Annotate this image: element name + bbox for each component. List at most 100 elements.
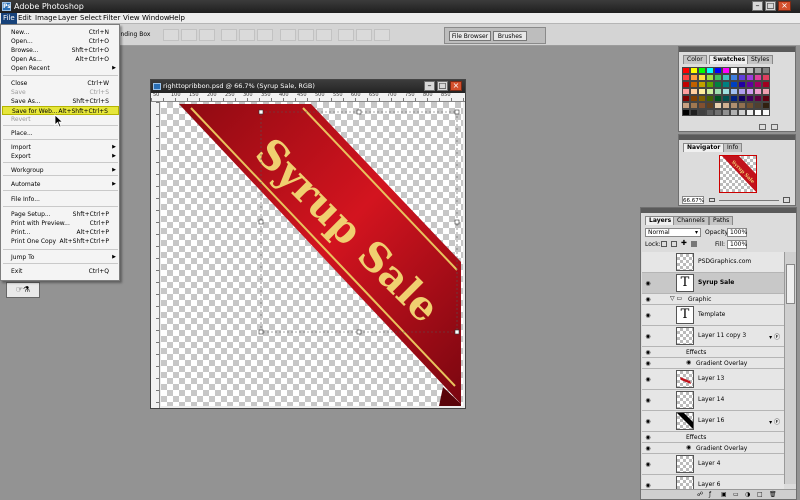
swatch[interactable] — [754, 102, 762, 109]
brushes-tab[interactable]: Brushes — [493, 31, 527, 41]
visibility-eye-icon[interactable]: ◉ — [644, 296, 652, 304]
navigator-preview[interactable]: Syrup Sale — [719, 155, 757, 193]
visibility-eye-icon[interactable]: ◉ — [644, 280, 652, 288]
swatch[interactable] — [738, 81, 746, 88]
scrollbar-thumb[interactable] — [786, 264, 795, 304]
lock-all-icon[interactable] — [691, 241, 697, 247]
visibility-eye-icon[interactable]: ◉ — [644, 397, 652, 405]
swatch[interactable] — [722, 67, 730, 74]
transform-handle-top[interactable] — [356, 109, 362, 115]
swatch[interactable] — [722, 81, 730, 88]
adjustment-layer-icon[interactable]: ◑ — [745, 491, 750, 498]
distribute-middle-icon[interactable] — [298, 29, 314, 41]
visibility-eye-icon[interactable]: ◉ — [644, 418, 652, 426]
swatch[interactable] — [714, 88, 722, 95]
swatch[interactable] — [722, 88, 730, 95]
layer-row-effects[interactable]: ◉ Effects — [642, 432, 784, 443]
align-center-icon[interactable] — [239, 29, 255, 41]
layer-effects-icon[interactable]: ▾ Ⓕ — [769, 417, 780, 426]
panel-grip[interactable] — [641, 208, 796, 213]
swatch[interactable] — [690, 95, 698, 102]
layer-row-syrup-sale[interactable]: ◉ T Syrup Sale — [642, 273, 784, 294]
tab-color[interactable]: Color — [683, 55, 707, 64]
swatch[interactable] — [730, 81, 738, 88]
transform-handle-bottom-left[interactable] — [258, 329, 264, 335]
tab-info[interactable]: Info — [723, 143, 743, 152]
file-menu-item-exit[interactable]: Exit Ctrl+Q — [2, 267, 119, 276]
distribute-left-icon[interactable] — [338, 29, 354, 41]
vertical-ruler[interactable] — [151, 102, 160, 408]
distribute-bottom-icon[interactable] — [316, 29, 332, 41]
swatch[interactable] — [746, 67, 754, 74]
swatch[interactable] — [730, 74, 738, 81]
layer-effects-icon[interactable]: ▾ Ⓕ — [769, 332, 780, 341]
swatch[interactable] — [762, 88, 770, 95]
menu-help[interactable]: Help — [167, 13, 187, 24]
new-swatch-icon[interactable] — [759, 124, 766, 130]
doc-minimize-icon[interactable]: – — [424, 81, 435, 91]
effect-visibility-icon[interactable]: ◉ — [686, 444, 691, 451]
new-layer-icon[interactable]: □ — [757, 491, 763, 498]
file-menu-item-print-one-copy[interactable]: Print One Copy Alt+Shft+Ctrl+P — [2, 237, 119, 246]
visibility-eye-icon[interactable]: ◉ — [644, 434, 652, 442]
transform-handle-top-left[interactable] — [258, 109, 264, 115]
swatch[interactable] — [698, 67, 706, 74]
menu-file[interactable]: File — [1, 13, 17, 24]
layer-row-layer-14[interactable]: ◉ Layer 14 — [642, 390, 784, 411]
swatch[interactable] — [754, 109, 762, 116]
zoom-slider[interactable] — [719, 200, 779, 201]
swatch[interactable] — [690, 109, 698, 116]
swatch[interactable] — [714, 109, 722, 116]
swatch[interactable] — [730, 102, 738, 109]
delete-layer-icon[interactable]: 🗑 — [769, 491, 777, 498]
swatch[interactable] — [738, 88, 746, 95]
swatch[interactable] — [690, 74, 698, 81]
swatch[interactable] — [762, 102, 770, 109]
swatch[interactable] — [698, 95, 706, 102]
swatch[interactable] — [738, 74, 746, 81]
layer-row-effects[interactable]: ◉ Effects — [642, 347, 784, 358]
align-middle-icon[interactable] — [181, 29, 197, 41]
menu-edit[interactable]: Edit — [16, 13, 34, 24]
tab-layers[interactable]: Layers — [645, 216, 676, 225]
swatch[interactable] — [706, 81, 714, 88]
new-group-icon[interactable]: ▭ — [733, 491, 739, 498]
swatch[interactable] — [690, 67, 698, 74]
layer-row-layer-11-copy-3[interactable]: ◉ Layer 11 copy 3 ▾ Ⓕ — [642, 326, 784, 347]
menu-filter[interactable]: Filter — [101, 13, 122, 24]
file-menu-item-file-info[interactable]: File Info... — [2, 195, 119, 204]
visibility-eye-icon[interactable] — [644, 259, 652, 267]
opacity-field[interactable]: 100% — [727, 228, 747, 237]
swatch[interactable] — [706, 74, 714, 81]
swatch[interactable] — [690, 88, 698, 95]
file-menu-item-export[interactable]: Export ▶ — [2, 152, 119, 161]
layer-row-layer-13[interactable]: ◉ Layer 13 — [642, 369, 784, 390]
close-icon[interactable]: × — [778, 1, 791, 11]
file-browser-tab[interactable]: File Browser — [449, 31, 491, 41]
swatch[interactable] — [698, 81, 706, 88]
swatch[interactable] — [698, 102, 706, 109]
layer-row-gradient-overlay[interactable]: ◉ ◉ Gradient Overlay — [642, 358, 784, 369]
swatch[interactable] — [682, 67, 690, 74]
blend-mode-select[interactable]: Normal ▾ — [645, 228, 701, 237]
lock-image-icon[interactable] — [671, 241, 677, 247]
swatch[interactable] — [682, 88, 690, 95]
swatch[interactable] — [754, 74, 762, 81]
swatch[interactable] — [698, 88, 706, 95]
add-layer-style-icon[interactable]: ƒ — [709, 491, 711, 498]
swatch[interactable] — [706, 95, 714, 102]
swatch[interactable] — [754, 88, 762, 95]
swatch[interactable] — [754, 81, 762, 88]
zoom-out-icon[interactable] — [709, 198, 715, 202]
swatch[interactable] — [754, 95, 762, 102]
file-menu-item-open[interactable]: Open... Ctrl+O — [2, 37, 119, 46]
file-menu-item-print[interactable]: Print... Alt+Ctrl+P — [2, 228, 119, 237]
file-menu-item-close[interactable]: Close Ctrl+W — [2, 79, 119, 88]
swatch[interactable] — [738, 102, 746, 109]
swatch[interactable] — [690, 102, 698, 109]
swatch[interactable] — [746, 88, 754, 95]
minimize-icon[interactable]: – — [752, 1, 763, 11]
layer-row-layer-4[interactable]: ◉ Layer 4 — [642, 454, 784, 475]
folder-icon[interactable]: ▽ ▭ — [670, 295, 682, 302]
align-right-icon[interactable] — [257, 29, 273, 41]
